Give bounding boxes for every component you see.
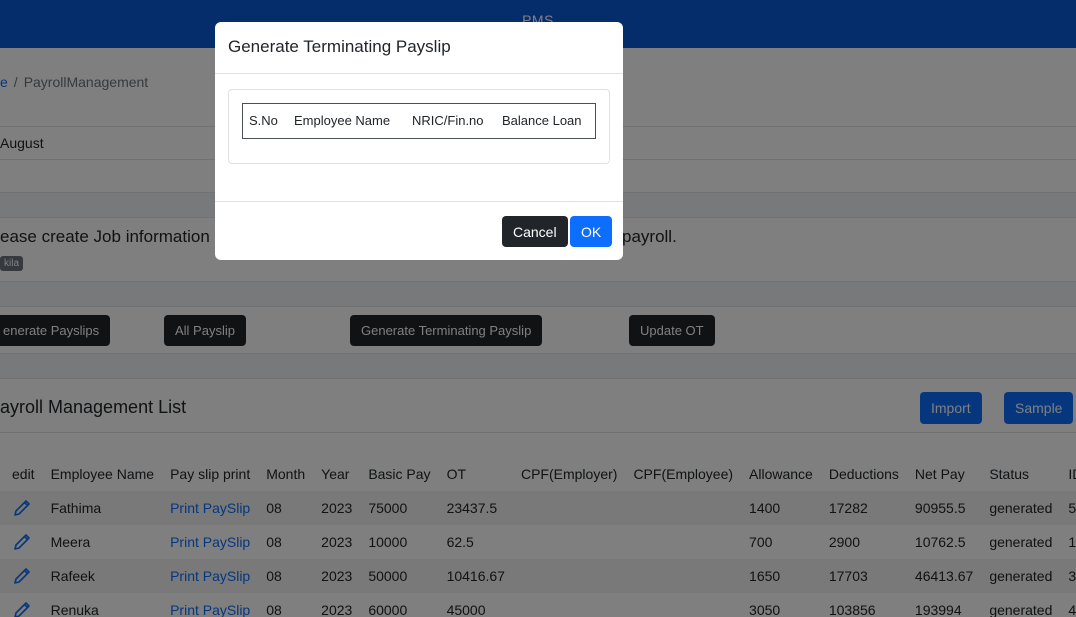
modal-title: Generate Terminating Payslip [228, 37, 451, 56]
ok-button[interactable]: OK [570, 216, 613, 247]
modal-body: S.No Employee Name NRIC/Fin.no Balance L… [215, 74, 623, 202]
modal-header: Generate Terminating Payslip [215, 22, 623, 74]
column-header-nric: NRIC/Fin.no [412, 113, 484, 128]
modal-table-container: S.No Employee Name NRIC/Fin.no Balance L… [228, 89, 610, 164]
cancel-button[interactable]: Cancel [502, 216, 568, 247]
modal-footer: Cancel OK [215, 201, 623, 260]
column-header-employee-name: Employee Name [294, 113, 391, 128]
column-header-balance-loan: Balance Loan [502, 113, 582, 128]
terminating-employees-table: S.No Employee Name NRIC/Fin.no Balance L… [242, 103, 596, 139]
terminating-payslip-modal: Generate Terminating Payslip S.No Employ… [215, 22, 623, 260]
column-header-sno: S.No [249, 113, 278, 128]
